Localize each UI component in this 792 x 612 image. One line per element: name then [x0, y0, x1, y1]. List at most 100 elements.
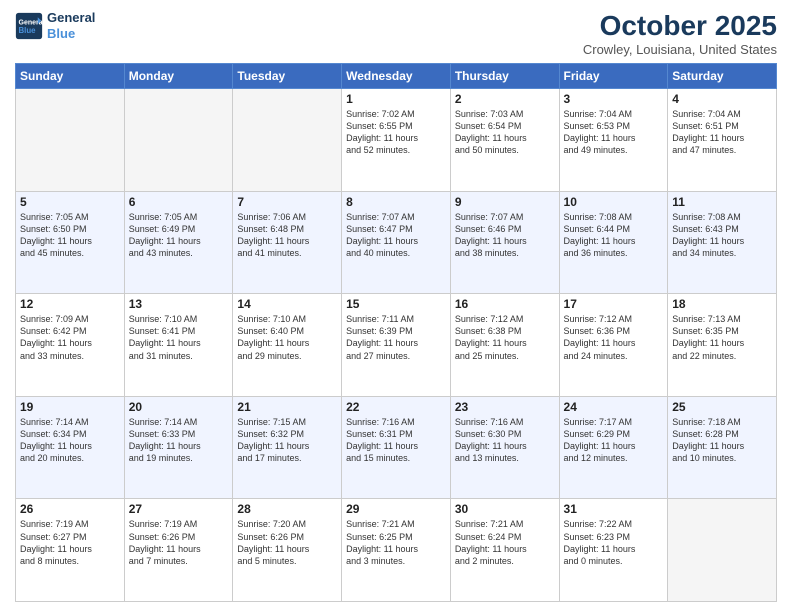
day-number: 22 — [346, 400, 446, 414]
cell-text: Sunrise: 7:05 AM Sunset: 6:50 PM Dayligh… — [20, 211, 120, 260]
cell-text: Sunrise: 7:14 AM Sunset: 6:34 PM Dayligh… — [20, 416, 120, 465]
cell-text: Sunrise: 7:05 AM Sunset: 6:49 PM Dayligh… — [129, 211, 229, 260]
calendar-cell: 4 Sunrise: 7:04 AM Sunset: 6:51 PM Daylig… — [668, 89, 777, 192]
calendar-cell: 2 Sunrise: 7:03 AM Sunset: 6:54 PM Daylig… — [450, 89, 559, 192]
day-number: 7 — [237, 195, 337, 209]
day-number: 19 — [20, 400, 120, 414]
day-number: 1 — [346, 92, 446, 106]
calendar-cell: 20Sunrise: 7:14 AM Sunset: 6:33 PM Dayli… — [124, 396, 233, 499]
cell-text: Sunrise: 7:19 AM Sunset: 6:26 PM Dayligh… — [129, 518, 229, 567]
day-number: 30 — [455, 502, 555, 516]
calendar-cell: 5 Sunrise: 7:05 AM Sunset: 6:50 PM Daylig… — [16, 191, 125, 294]
cell-text: Sunrise: 7:17 AM Sunset: 6:29 PM Dayligh… — [564, 416, 664, 465]
day-number: 28 — [237, 502, 337, 516]
cell-text: Sunrise: 7:09 AM Sunset: 6:42 PM Dayligh… — [20, 313, 120, 362]
day-number: 31 — [564, 502, 664, 516]
cell-text: Sunrise: 7:16 AM Sunset: 6:30 PM Dayligh… — [455, 416, 555, 465]
calendar-cell — [233, 89, 342, 192]
cell-text: Sunrise: 7:04 AM Sunset: 6:53 PM Dayligh… — [564, 108, 664, 157]
cell-text: Sunrise: 7:10 AM Sunset: 6:41 PM Dayligh… — [129, 313, 229, 362]
day-number: 23 — [455, 400, 555, 414]
calendar-cell: 21Sunrise: 7:15 AM Sunset: 6:32 PM Dayli… — [233, 396, 342, 499]
calendar-cell: 22 Sunrise: 7:16 AM Sunset: 6:31 PM Dayli… — [342, 396, 451, 499]
day-number: 21 — [237, 400, 337, 414]
cell-text: Sunrise: 7:16 AM Sunset: 6:31 PM Dayligh… — [346, 416, 446, 465]
cell-text: Sunrise: 7:10 AM Sunset: 6:40 PM Dayligh… — [237, 313, 337, 362]
calendar-header-cell: Friday — [559, 64, 668, 89]
calendar-cell — [124, 89, 233, 192]
calendar-cell: 23 Sunrise: 7:16 AM Sunset: 6:30 PM Dayli… — [450, 396, 559, 499]
cell-text: Sunrise: 7:04 AM Sunset: 6:51 PM Dayligh… — [672, 108, 772, 157]
calendar-cell — [16, 89, 125, 192]
calendar-cell: 30 Sunrise: 7:21 AM Sunset: 6:24 PM Dayli… — [450, 499, 559, 602]
day-number: 8 — [346, 195, 446, 209]
calendar-header-cell: Monday — [124, 64, 233, 89]
calendar-cell: 18Sunrise: 7:13 AM Sunset: 6:35 PM Dayli… — [668, 294, 777, 397]
calendar-week-row: 19 Sunrise: 7:14 AM Sunset: 6:34 PM Dayli… — [16, 396, 777, 499]
title-section: October 2025 Crowley, Louisiana, United … — [583, 10, 777, 57]
calendar-cell: 1 Sunrise: 7:02 AM Sunset: 6:55 PM Daylig… — [342, 89, 451, 192]
calendar-cell: 16Sunrise: 7:12 AM Sunset: 6:38 PM Dayli… — [450, 294, 559, 397]
page: General Blue General Blue October 2025 C… — [0, 0, 792, 612]
calendar-cell: 17Sunrise: 7:12 AM Sunset: 6:36 PM Dayli… — [559, 294, 668, 397]
calendar-header-row: SundayMondayTuesdayWednesdayThursdayFrid… — [16, 64, 777, 89]
day-number: 11 — [672, 195, 772, 209]
calendar-cell: 27 Sunrise: 7:19 AM Sunset: 6:26 PM Dayli… — [124, 499, 233, 602]
cell-text: Sunrise: 7:02 AM Sunset: 6:55 PM Dayligh… — [346, 108, 446, 157]
calendar-header-cell: Tuesday — [233, 64, 342, 89]
cell-text: Sunrise: 7:12 AM Sunset: 6:38 PM Dayligh… — [455, 313, 555, 362]
calendar-cell: 6 Sunrise: 7:05 AM Sunset: 6:49 PM Daylig… — [124, 191, 233, 294]
calendar-header-cell: Wednesday — [342, 64, 451, 89]
cell-text: Sunrise: 7:18 AM Sunset: 6:28 PM Dayligh… — [672, 416, 772, 465]
calendar-body: 1 Sunrise: 7:02 AM Sunset: 6:55 PM Daylig… — [16, 89, 777, 602]
calendar-cell: 11 Sunrise: 7:08 AM Sunset: 6:43 PM Dayli… — [668, 191, 777, 294]
location: Crowley, Louisiana, United States — [583, 42, 777, 57]
day-number: 9 — [455, 195, 555, 209]
day-number: 4 — [672, 92, 772, 106]
calendar-week-row: 1 Sunrise: 7:02 AM Sunset: 6:55 PM Daylig… — [16, 89, 777, 192]
logo: General Blue General Blue — [15, 10, 95, 41]
calendar-cell: 26Sunrise: 7:19 AM Sunset: 6:27 PM Dayli… — [16, 499, 125, 602]
cell-text: Sunrise: 7:22 AM Sunset: 6:23 PM Dayligh… — [564, 518, 664, 567]
cell-text: Sunrise: 7:21 AM Sunset: 6:25 PM Dayligh… — [346, 518, 446, 567]
day-number: 12 — [20, 297, 120, 311]
svg-text:Blue: Blue — [19, 26, 37, 35]
logo-text: General Blue — [47, 10, 95, 41]
calendar-cell: 10Sunrise: 7:08 AM Sunset: 6:44 PM Dayli… — [559, 191, 668, 294]
day-number: 27 — [129, 502, 229, 516]
day-number: 20 — [129, 400, 229, 414]
logo-line2: Blue — [47, 26, 95, 42]
calendar-cell: 29 Sunrise: 7:21 AM Sunset: 6:25 PM Dayli… — [342, 499, 451, 602]
day-number: 17 — [564, 297, 664, 311]
day-number: 25 — [672, 400, 772, 414]
calendar-cell — [668, 499, 777, 602]
cell-text: Sunrise: 7:07 AM Sunset: 6:46 PM Dayligh… — [455, 211, 555, 260]
calendar-week-row: 26Sunrise: 7:19 AM Sunset: 6:27 PM Dayli… — [16, 499, 777, 602]
cell-text: Sunrise: 7:21 AM Sunset: 6:24 PM Dayligh… — [455, 518, 555, 567]
calendar-header-cell: Saturday — [668, 64, 777, 89]
calendar-cell: 9 Sunrise: 7:07 AM Sunset: 6:46 PM Daylig… — [450, 191, 559, 294]
day-number: 29 — [346, 502, 446, 516]
calendar-cell: 25 Sunrise: 7:18 AM Sunset: 6:28 PM Dayli… — [668, 396, 777, 499]
cell-text: Sunrise: 7:06 AM Sunset: 6:48 PM Dayligh… — [237, 211, 337, 260]
calendar: SundayMondayTuesdayWednesdayThursdayFrid… — [15, 63, 777, 602]
day-number: 2 — [455, 92, 555, 106]
calendar-cell: 12 Sunrise: 7:09 AM Sunset: 6:42 PM Dayli… — [16, 294, 125, 397]
calendar-cell: 8Sunrise: 7:07 AM Sunset: 6:47 PM Daylig… — [342, 191, 451, 294]
calendar-cell: 28Sunrise: 7:20 AM Sunset: 6:26 PM Dayli… — [233, 499, 342, 602]
calendar-week-row: 12 Sunrise: 7:09 AM Sunset: 6:42 PM Dayli… — [16, 294, 777, 397]
logo-icon: General Blue — [15, 12, 43, 40]
day-number: 5 — [20, 195, 120, 209]
calendar-cell: 14Sunrise: 7:10 AM Sunset: 6:40 PM Dayli… — [233, 294, 342, 397]
cell-text: Sunrise: 7:19 AM Sunset: 6:27 PM Dayligh… — [20, 518, 120, 567]
cell-text: Sunrise: 7:08 AM Sunset: 6:44 PM Dayligh… — [564, 211, 664, 260]
cell-text: Sunrise: 7:13 AM Sunset: 6:35 PM Dayligh… — [672, 313, 772, 362]
logo-line1: General — [47, 10, 95, 26]
calendar-cell: 24Sunrise: 7:17 AM Sunset: 6:29 PM Dayli… — [559, 396, 668, 499]
calendar-cell: 19 Sunrise: 7:14 AM Sunset: 6:34 PM Dayli… — [16, 396, 125, 499]
cell-text: Sunrise: 7:03 AM Sunset: 6:54 PM Dayligh… — [455, 108, 555, 157]
calendar-cell: 31 Sunrise: 7:22 AM Sunset: 6:23 PM Dayli… — [559, 499, 668, 602]
cell-text: Sunrise: 7:08 AM Sunset: 6:43 PM Dayligh… — [672, 211, 772, 260]
calendar-week-row: 5 Sunrise: 7:05 AM Sunset: 6:50 PM Daylig… — [16, 191, 777, 294]
day-number: 6 — [129, 195, 229, 209]
